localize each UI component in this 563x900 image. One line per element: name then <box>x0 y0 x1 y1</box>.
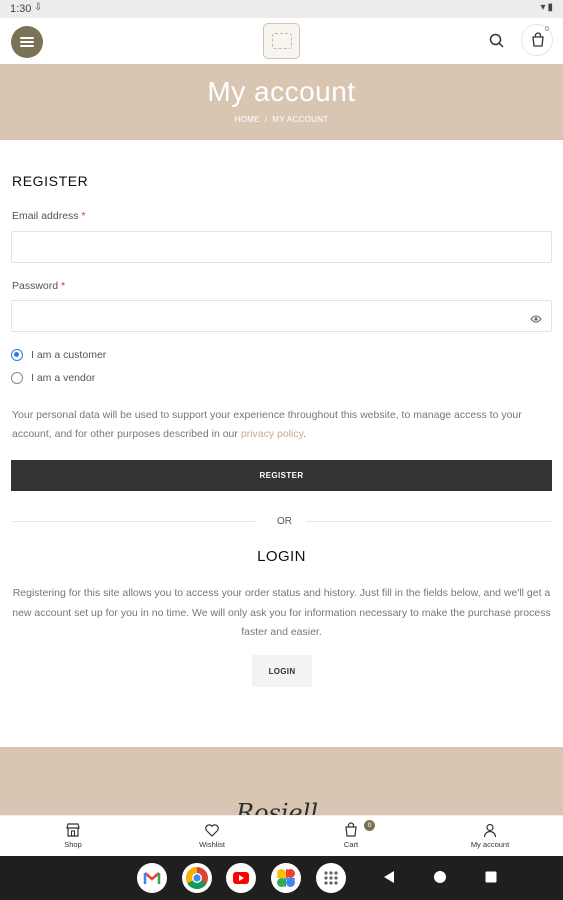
wifi-battery-icons: ▾▮ <box>540 2 555 13</box>
breadcrumb-home[interactable]: HOME <box>235 115 260 124</box>
app-drawer-icon[interactable] <box>316 863 346 893</box>
back-icon[interactable] <box>382 870 396 884</box>
bottom-navigation: Shop Wishlist 0 Cart My account <box>0 815 563 856</box>
hamburger-menu-icon[interactable] <box>11 26 43 58</box>
password-label: Password * <box>12 280 66 292</box>
status-bar: 1:30 ⇩ ▾▮ <box>0 0 563 18</box>
password-field[interactable] <box>11 300 552 332</box>
heart-icon <box>205 824 219 837</box>
login-button[interactable]: LOGIN <box>252 655 312 687</box>
status-time: 1:30 <box>10 3 32 15</box>
nav-wishlist[interactable]: Wishlist <box>142 816 282 857</box>
photos-icon[interactable] <box>271 863 301 893</box>
search-icon[interactable] <box>488 32 506 50</box>
nav-my-account[interactable]: My account <box>420 816 560 857</box>
login-title: LOGIN <box>257 548 306 565</box>
email-field[interactable] <box>11 231 552 263</box>
divider-right <box>306 521 551 522</box>
privacy-notice: Your personal data will be used to suppo… <box>12 409 522 440</box>
role-vendor-option[interactable]: I am a vendor <box>11 372 95 384</box>
login-description: Registering for this site allows you to … <box>12 587 551 638</box>
role-customer-option[interactable]: I am a customer <box>11 349 106 361</box>
cart-count: 0 <box>545 26 549 33</box>
breadcrumb-current: MY ACCOUNT <box>272 115 329 124</box>
chrome-icon[interactable] <box>182 863 212 893</box>
home-icon[interactable] <box>433 870 447 884</box>
recents-icon[interactable] <box>484 870 498 884</box>
register-title: REGISTER <box>12 173 89 189</box>
user-icon <box>483 823 497 838</box>
site-footer: Rosiell <box>0 747 563 815</box>
page-hero: My account HOME / MY ACCOUNT <box>0 64 563 140</box>
or-divider: OR <box>271 516 298 527</box>
divider-left <box>12 521 255 522</box>
nav-cart[interactable]: 0 Cart <box>281 816 421 857</box>
register-button[interactable]: REGISTER <box>11 460 552 491</box>
cart-badge: 0 <box>364 820 375 831</box>
youtube-icon[interactable] <box>226 863 256 893</box>
email-label: Email address * <box>12 210 86 222</box>
cart-icon <box>345 822 357 837</box>
shop-logo[interactable] <box>263 23 300 59</box>
android-navigation-bar <box>0 856 563 900</box>
privacy-policy-link[interactable]: privacy policy <box>241 428 303 440</box>
gmail-icon[interactable] <box>137 863 167 893</box>
shop-icon <box>66 823 80 837</box>
radio-selected[interactable] <box>11 349 23 361</box>
sdl-icon: ⇩ <box>34 2 43 13</box>
radio-unselected[interactable] <box>11 372 23 384</box>
show-password-icon[interactable] <box>530 311 542 329</box>
site-header: 0 <box>0 18 563 64</box>
breadcrumb: HOME / MY ACCOUNT <box>234 115 329 124</box>
page-title: My account <box>207 76 356 107</box>
nav-shop[interactable]: Shop <box>3 816 143 857</box>
footer-logo-script: Rosiell <box>236 799 319 815</box>
